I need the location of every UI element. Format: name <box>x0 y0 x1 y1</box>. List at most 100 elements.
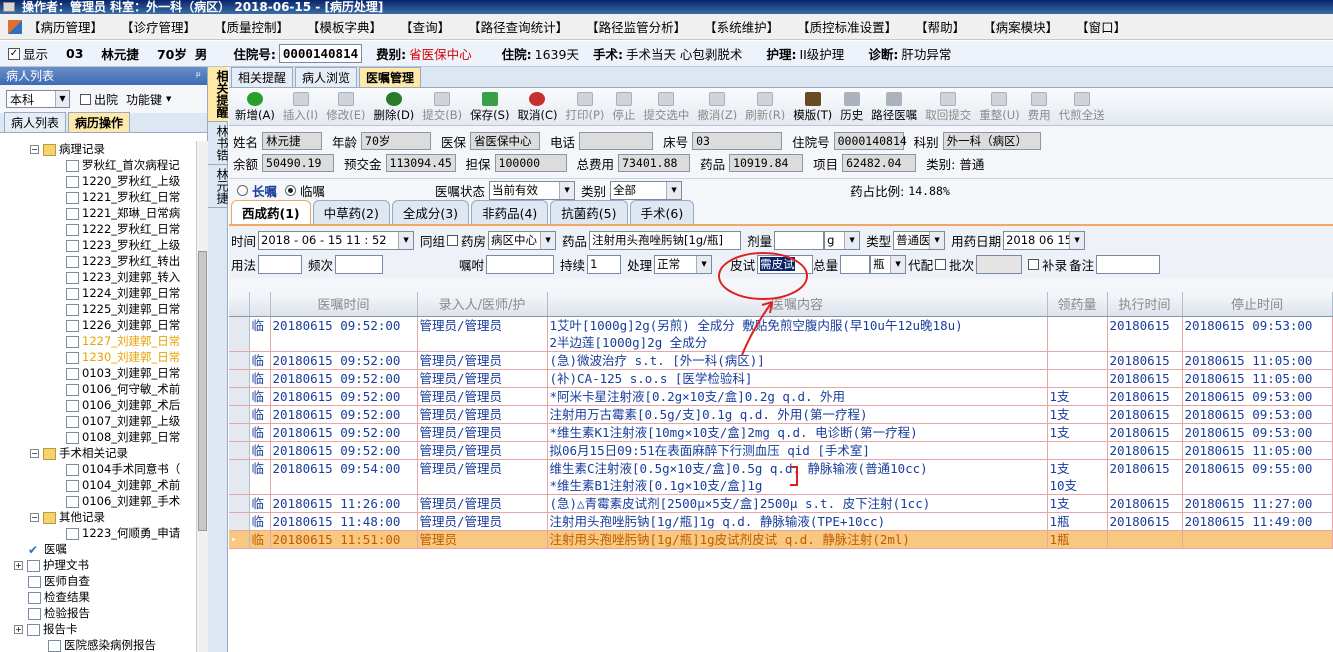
row-indicator[interactable] <box>229 494 250 513</box>
menu-item[interactable]: 【病案模块】 <box>983 17 1058 36</box>
tree-item[interactable]: 0106_刘建郭_术后 <box>0 397 196 413</box>
table-row[interactable]: 临 20180615 09:52:00 管理员/管理员 (补)CA-125 s.o.s… <box>229 369 1333 388</box>
tree-item[interactable]: 1223_罗秋红_上级 <box>0 237 196 253</box>
table-row[interactable]: 临 20180615 09:52:00 管理员/管理员 *阿米卡星注射液[0.2g×1… <box>229 387 1333 406</box>
tree-item[interactable]: 0108_刘建郭_日常 <box>0 429 196 445</box>
tree-item[interactable]: 1223_刘建郭_转入 <box>0 269 196 285</box>
toolbar-button[interactable]: 停止 <box>612 92 635 125</box>
collapse-icon[interactable]: − <box>30 449 39 458</box>
menu-item[interactable]: 【模板字典】 <box>307 17 382 36</box>
category-tab[interactable]: 全成分(3) <box>391 200 470 224</box>
date-picker[interactable]: 2018 06 15 <box>1003 230 1086 250</box>
tree-item[interactable]: 0106_刘建郭_手术 <box>0 493 196 509</box>
tree-item[interactable]: 1221_罗秋红_日常 <box>0 189 196 205</box>
tab-patient-list[interactable]: 病人列表 <box>4 112 67 132</box>
tree-item[interactable]: 0104手术同意书（ <box>0 461 196 477</box>
row-indicator[interactable] <box>229 387 250 406</box>
toolbar-button[interactable]: 取消(C) <box>517 92 557 125</box>
usage-input[interactable] <box>258 254 303 274</box>
expand-icon[interactable]: + <box>14 561 23 570</box>
tree-item[interactable]: 检验报告 <box>0 605 196 621</box>
total-unit-select[interactable]: 瓶 <box>870 254 907 274</box>
table-row[interactable]: 临 20180615 09:52:00 管理员/管理员 1艾叶[1000g]2g(另煎… <box>229 316 1333 352</box>
tree-item[interactable]: 1226_刘建郭_日常 <box>0 317 196 333</box>
discharge-checkbox[interactable] <box>80 93 91 105</box>
expand-icon[interactable]: + <box>14 625 23 634</box>
menu-app-icon[interactable] <box>8 19 22 34</box>
tree-item[interactable]: 1223_何顺勇_申请 <box>0 525 196 541</box>
total-input[interactable] <box>840 254 871 274</box>
tree-item[interactable]: − 病理记录 <box>0 141 196 157</box>
tab-order-management[interactable]: 医嘱管理 <box>359 67 422 87</box>
tree-item[interactable]: 1230_刘建郭_日常 <box>0 349 196 365</box>
header-user[interactable]: 录入人/医师/护 <box>417 292 548 317</box>
row-indicator[interactable] <box>229 405 250 424</box>
remark-input[interactable] <box>1096 254 1161 274</box>
tree-item[interactable]: 1221_郑琳_日常病 <box>0 205 196 221</box>
toolbar-button[interactable]: 修改(E) <box>326 92 365 125</box>
menu-item[interactable]: 【系统维护】 <box>704 17 779 36</box>
toolbar-button[interactable]: 提交选中 <box>643 92 689 125</box>
category-tab[interactable]: 抗菌药(5) <box>550 200 628 224</box>
toolbar-button[interactable]: 路径医嘱 <box>871 92 917 125</box>
header-stop-time[interactable]: 停止时间 <box>1182 292 1333 317</box>
table-row[interactable]: 临 20180615 09:52:00 管理员/管理员 *维生素K1注射液[10mg×… <box>229 423 1333 442</box>
row-indicator[interactable] <box>229 423 250 442</box>
time-picker[interactable]: 2018 - 06 - 15 11 : 52 <box>258 230 415 250</box>
collapse-icon[interactable]: − <box>30 513 39 522</box>
duration-stepper[interactable]: 1 <box>587 254 622 274</box>
dept-select[interactable]: 本科 ▼ <box>6 90 70 108</box>
tree-item[interactable]: 1224_刘建郭_日常 <box>0 285 196 301</box>
toolbar-button[interactable]: 打印(P) <box>565 92 604 125</box>
header-exec-time[interactable]: 执行时间 <box>1107 292 1183 317</box>
menu-item[interactable]: 【查询】 <box>400 17 450 36</box>
header-order-time[interactable]: 医嘱时间 <box>270 292 418 317</box>
tree-item[interactable]: 1222_罗秋红_日常 <box>0 221 196 237</box>
freq-input[interactable] <box>335 254 384 274</box>
table-row[interactable]: 临 20180615 09:52:00 管理员/管理员 注射用万古霉素[0.5g/支]… <box>229 405 1333 424</box>
toolbar-button[interactable]: 删除(D) <box>373 92 414 125</box>
category-tab[interactable]: 西成药(1) <box>231 200 311 224</box>
toolbar-button[interactable]: 插入(I) <box>283 92 318 125</box>
tab-patient-browse[interactable]: 病人浏览 <box>295 67 358 87</box>
toolbar-button[interactable]: 模版(T) <box>793 92 832 125</box>
toolbar-button[interactable]: 费用 <box>1028 92 1051 125</box>
tree-item[interactable]: 1223_罗秋红_转出 <box>0 253 196 269</box>
toolbar-button[interactable]: 历史 <box>840 92 863 125</box>
tree-item[interactable]: 罗秋红_首次病程记 <box>0 157 196 173</box>
tree-item[interactable]: + 报告卡 <box>0 621 196 637</box>
category-select[interactable]: 全部 <box>610 181 683 200</box>
toolbar-button[interactable]: 新增(A) <box>235 92 275 125</box>
type-select[interactable]: 普通医 <box>893 230 946 250</box>
note-input[interactable] <box>486 254 555 274</box>
temporary-radio[interactable] <box>285 185 297 196</box>
batch-input[interactable] <box>976 254 1023 274</box>
row-indicator[interactable] <box>229 316 250 352</box>
menu-item[interactable]: 【窗口】 <box>1076 17 1126 36</box>
menu-item[interactable]: 【诊疗管理】 <box>121 17 196 36</box>
tree-item[interactable]: 0104_刘建郭_术前 <box>0 477 196 493</box>
row-indicator[interactable] <box>229 459 250 495</box>
table-row[interactable]: 临 20180615 09:54:00 管理员/管理员 维生素C注射液[0.5g×10… <box>229 459 1333 495</box>
tree-item[interactable]: 0103_刘建郭_日常 <box>0 365 196 381</box>
tree-item[interactable]: − 手术相关记录 <box>0 445 196 461</box>
tree-item[interactable]: 医院感染病例报告 <box>0 637 196 652</box>
tab-record-ops[interactable]: 病历操作 <box>68 112 131 132</box>
menu-item[interactable]: 【质量控制】 <box>214 17 289 36</box>
table-row[interactable]: 临 20180615 09:52:00 管理员/管理员 拟06月15日09:51在表面… <box>229 441 1333 460</box>
tree-item[interactable]: 1225_刘建郭_日常 <box>0 301 196 317</box>
table-row[interactable]: 临 20180615 11:48:00 管理员/管理员 注射用头孢唑肟钠[1g/瓶]1… <box>229 512 1333 531</box>
long-term-radio[interactable] <box>237 185 248 196</box>
menu-item[interactable]: 【路径查询统计】 <box>468 17 568 36</box>
tree-item[interactable]: 0107_刘建郭_上级 <box>0 413 196 429</box>
tree-item[interactable]: ✔ 医嘱 <box>0 541 196 557</box>
toolbar-button[interactable]: 保存(S) <box>470 92 509 125</box>
table-row[interactable]: 临 20180615 09:52:00 管理员/管理员 (急)微波治疗 s.t. [外… <box>229 351 1333 370</box>
category-tab[interactable]: 非药品(4) <box>471 200 549 224</box>
tree-item[interactable]: + 护理文书 <box>0 557 196 573</box>
pharmacy-select[interactable]: 病区中心 <box>488 230 557 250</box>
tree-item[interactable]: 1220_罗秋红_上级 <box>0 173 196 189</box>
collapse-icon[interactable]: − <box>30 145 39 154</box>
side-tab-patient[interactable]: 林元捷 <box>208 165 229 208</box>
status-select[interactable]: 当前有效 <box>489 181 576 200</box>
